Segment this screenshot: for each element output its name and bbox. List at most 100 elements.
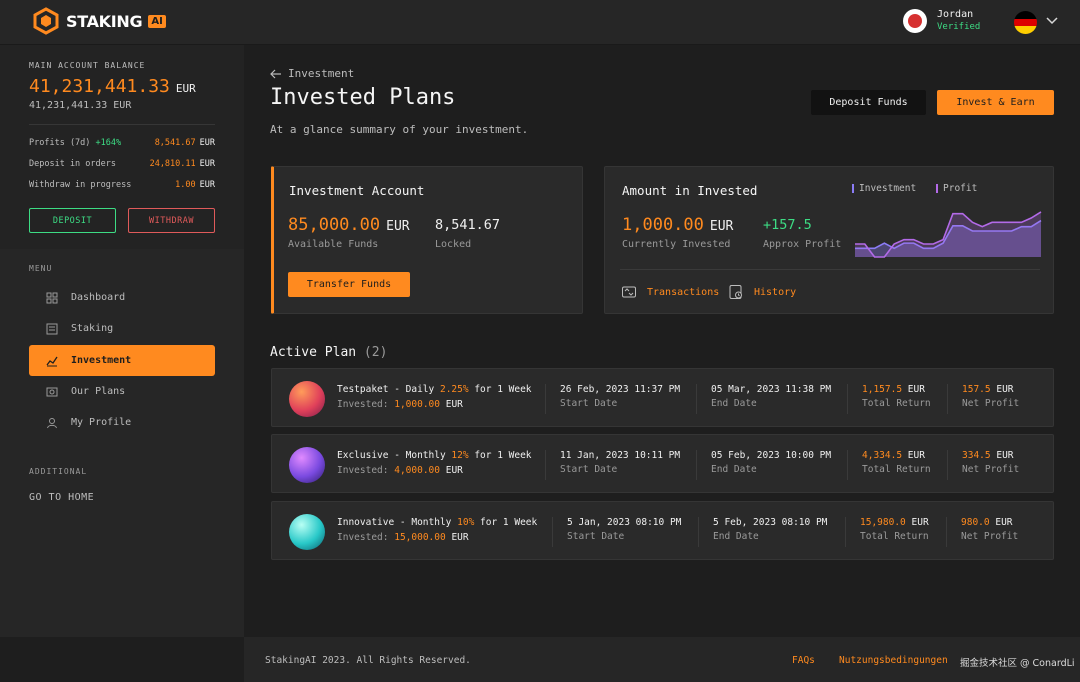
withdraw-button[interactable]: WITHDRAW	[128, 208, 215, 233]
start-date-label: Start Date	[560, 398, 618, 409]
total-return-label: Total Return	[862, 398, 931, 409]
sidebar: MAIN ACCOUNT BALANCE 41,231,441.33 EUR 41…	[0, 45, 244, 637]
brand-badge: AI	[148, 14, 166, 28]
chevron-down-icon[interactable]	[1045, 14, 1059, 28]
history-link[interactable]: History	[728, 284, 796, 300]
investment-chart	[855, 211, 1042, 258]
invested-currency: EUR	[445, 399, 463, 410]
transactions-icon	[622, 286, 636, 298]
plan-invested: Invested: 1,000.00 EUR	[337, 399, 463, 410]
row-label: Deposit in orders	[29, 159, 116, 169]
invested-label: Invested:	[337, 465, 389, 476]
watermark: 掘金技术社区 @ ConardLi	[960, 658, 1075, 669]
plan-name: Innovative - Monthly 10% for 1 Week	[337, 517, 537, 528]
total-return: 1,157.5	[862, 384, 903, 395]
total-return: 4,334.5	[862, 450, 903, 461]
back-link[interactable]: Investment	[270, 67, 354, 80]
page-title: Invested Plans	[270, 85, 456, 110]
copyright: StakingAI 2023. All Rights Reserved.	[265, 655, 471, 666]
available-funds-label: Available Funds	[288, 239, 379, 250]
end-date: 05 Mar, 2023 11:38 PM	[711, 384, 832, 395]
user-status: Verified	[937, 22, 981, 32]
invested-value: 1,000.00 EUR	[622, 215, 733, 235]
deposit-button[interactable]: DEPOSIT	[29, 208, 116, 233]
user-menu[interactable]: Jordan Verified	[903, 9, 980, 33]
faqs-link[interactable]: FAQs	[792, 655, 815, 666]
deposit-funds-button[interactable]: Deposit Funds	[811, 90, 926, 115]
legend-profit: Profit	[936, 183, 977, 194]
total-return-col: 15,980.0 EUR Total Return	[845, 517, 929, 547]
investment-icon	[46, 356, 58, 366]
card-title: Investment Account	[289, 183, 425, 198]
end-date-col: 05 Feb, 2023 10:00 PM End Date	[696, 450, 831, 480]
profits-row: Profits (7d) +164% 8,541.67 EUR	[29, 138, 215, 148]
plan-row[interactable]: Innovative - Monthly 10% for 1 Week Inve…	[271, 501, 1054, 560]
avatar[interactable]	[903, 9, 927, 33]
row-currency: EUR	[199, 159, 215, 169]
sidebar-item-investment[interactable]: Investment	[29, 345, 215, 376]
profile-icon	[47, 417, 57, 428]
total-currency: EUR	[907, 450, 925, 461]
row-value: 1.00	[175, 180, 196, 190]
total-return-label: Total Return	[862, 464, 931, 475]
plan-avatar	[289, 447, 325, 483]
available-funds-value: 85,000.00 EUR	[288, 215, 410, 235]
start-date-label: Start Date	[560, 464, 618, 475]
profit-pct: +164%	[95, 138, 122, 148]
go-home-link[interactable]: GO TO HOME	[29, 492, 94, 503]
start-date-col: 5 Jan, 2023 08:10 PM Start Date	[552, 517, 681, 547]
start-date: 26 Feb, 2023 11:37 PM	[560, 384, 681, 395]
sidebar-item-label: Our Plans	[71, 386, 126, 397]
invested-amount: 1,000.00	[622, 215, 704, 235]
plan-count: (2)	[363, 345, 388, 360]
profit-label: Approx Profit	[763, 239, 842, 250]
plan-duration: for 1 Week	[474, 384, 532, 395]
invested-currency: EUR	[709, 219, 734, 234]
balance-value: 41,231,441.33 EUR	[29, 76, 196, 97]
divider	[620, 269, 1040, 270]
invested-currency: EUR	[445, 465, 463, 476]
net-profit-col: 334.5 EUR Net Profit	[947, 450, 1019, 480]
plan-title: Innovative - Monthly	[337, 517, 452, 528]
menu-label: MENU	[29, 264, 53, 273]
amount-invested-card: Amount in Invested Investment Profit 1,0…	[604, 166, 1054, 314]
terms-link[interactable]: Nutzungsbedingungen	[839, 655, 948, 666]
available-amount: 85,000.00	[288, 215, 381, 235]
transactions-link[interactable]: Transactions	[621, 284, 719, 300]
row-label: Profits (7d)	[29, 138, 91, 148]
invested-value: 15,000.00	[394, 532, 446, 543]
card-title: Amount in Invested	[622, 183, 758, 198]
balance-panel: MAIN ACCOUNT BALANCE 41,231,441.33 EUR 41…	[0, 45, 244, 249]
additional-label: ADDITIONAL	[29, 467, 88, 476]
sidebar-item-staking[interactable]: Staking	[29, 313, 215, 344]
language-flag-icon[interactable]	[1014, 11, 1037, 34]
sidebar-item-our-plans[interactable]: Our Plans	[29, 376, 215, 407]
invest-earn-button[interactable]: Invest & Earn	[937, 90, 1054, 115]
transfer-funds-button[interactable]: Transfer Funds	[288, 272, 410, 297]
start-date: 5 Jan, 2023 08:10 PM	[567, 517, 682, 528]
start-date-col: 11 Jan, 2023 10:11 PM Start Date	[545, 450, 680, 480]
row-value: 8,541.67	[154, 138, 196, 148]
invested-label: Currently Invested	[622, 239, 731, 250]
plan-row[interactable]: Testpaket - Daily 2.25% for 1 Week Inves…	[271, 368, 1054, 427]
sidebar-item-dashboard[interactable]: Dashboard	[29, 282, 215, 313]
history-label: History	[754, 286, 797, 298]
total-return-label: Total Return	[860, 531, 929, 542]
deposit-orders-row: Deposit in orders 24,810.11 EUR	[29, 159, 215, 169]
net-currency: EUR	[996, 384, 1014, 395]
balance-sub: 41,231,441.33 EUR	[29, 100, 132, 111]
invested-value: 1,000.00	[394, 399, 440, 410]
plans-icon	[46, 387, 58, 396]
plan-title: Testpaket - Daily	[337, 384, 435, 395]
plan-row[interactable]: Exclusive - Monthly 12% for 1 Week Inves…	[271, 434, 1054, 493]
plan-rate: 10%	[457, 517, 475, 528]
invested-label: Invested:	[337, 532, 389, 543]
row-currency: EUR	[199, 180, 215, 190]
sidebar-item-my-profile[interactable]: My Profile	[29, 407, 215, 438]
plan-avatar	[289, 381, 325, 417]
logo[interactable]: STAKING AI	[32, 7, 166, 35]
staking-icon	[46, 323, 58, 334]
plan-invested: Invested: 4,000.00 EUR	[337, 465, 463, 476]
total-currency: EUR	[911, 517, 929, 528]
balance-currency: EUR	[175, 82, 196, 95]
